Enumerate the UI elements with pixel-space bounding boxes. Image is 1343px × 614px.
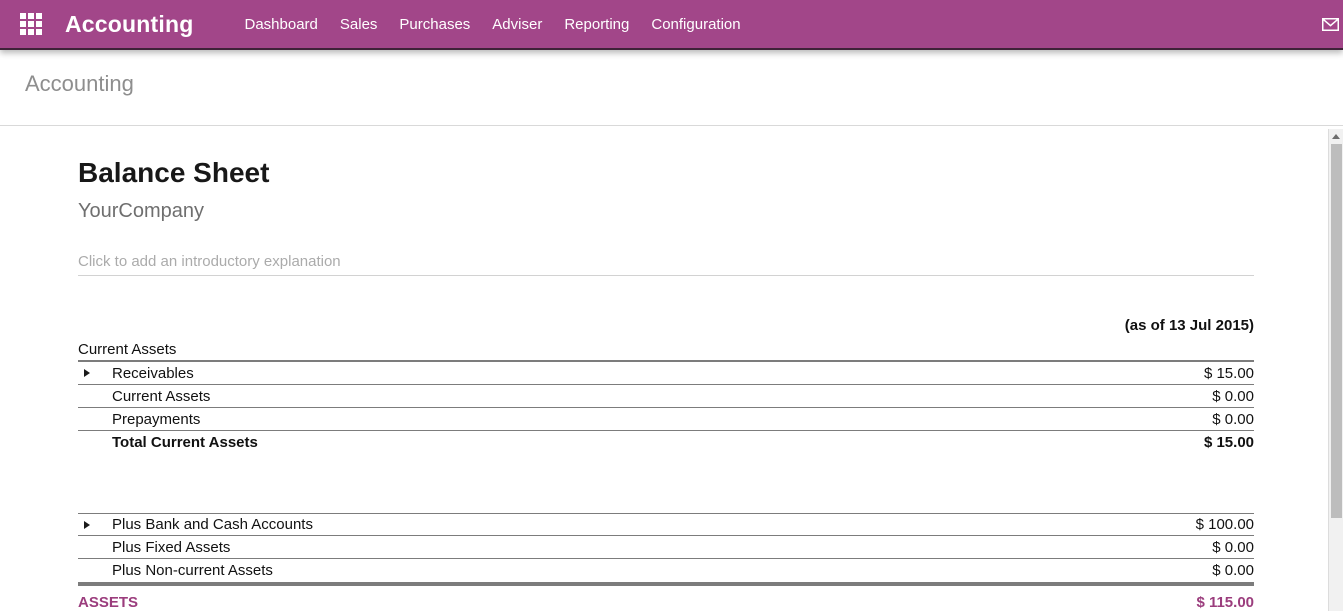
row-label: Receivables <box>78 365 194 382</box>
row-value: $ 0.00 <box>1212 411 1254 428</box>
double-rule <box>78 582 1254 586</box>
messages-envelope-icon[interactable] <box>1322 18 1339 31</box>
row-label: Total Current Assets <box>78 434 258 451</box>
table-row-bank-cash[interactable]: Plus Bank and Cash Accounts $ 100.00 <box>78 513 1254 536</box>
report-title: Balance Sheet <box>78 156 1254 189</box>
section-header-row: Current Assets <box>78 339 1254 362</box>
table-row-current-assets: Current Assets $ 0.00 <box>78 385 1254 408</box>
report-page: Balance Sheet YourCompany Click to add a… <box>0 129 1328 611</box>
row-label: Current Assets <box>78 388 210 405</box>
table-row-total-current-assets: Total Current Assets $ 15.00 <box>78 431 1254 454</box>
expand-caret-icon[interactable] <box>84 369 90 377</box>
row-label: Plus Bank and Cash Accounts <box>78 516 313 533</box>
menu-item-adviser[interactable]: Adviser <box>481 10 553 39</box>
scroll-up-arrow-icon[interactable] <box>1332 134 1340 139</box>
table-row-non-current-assets: Plus Non-current Assets $ 0.00 <box>78 559 1254 582</box>
table-row-fixed-assets: Plus Fixed Assets $ 0.00 <box>78 536 1254 559</box>
section-title: Current Assets <box>78 341 176 358</box>
apps-grid-icon[interactable] <box>20 13 42 35</box>
table-spacer <box>78 454 1254 513</box>
row-value: $ 0.00 <box>1212 539 1254 556</box>
expand-caret-icon[interactable] <box>84 521 90 529</box>
menu-item-purchases[interactable]: Purchases <box>388 10 481 39</box>
menu-item-reporting[interactable]: Reporting <box>553 10 640 39</box>
balance-table: Current Assets Receivables $ 15.00 Curre… <box>78 339 1254 614</box>
grand-total-row: ASSETS $ 115.00 <box>78 590 1254 614</box>
menu-item-dashboard[interactable]: Dashboard <box>234 10 329 39</box>
app-title[interactable]: Accounting <box>65 11 194 38</box>
row-value: $ 15.00 <box>1204 434 1254 451</box>
row-label: Plus Fixed Assets <box>78 539 230 556</box>
table-row-receivables[interactable]: Receivables $ 15.00 <box>78 362 1254 385</box>
grand-total-label: ASSETS <box>78 594 138 611</box>
company-name: YourCompany <box>78 199 1254 223</box>
scrollbar-thumb[interactable] <box>1331 144 1342 518</box>
vertical-scrollbar[interactable] <box>1328 129 1343 611</box>
top-navbar: Accounting Dashboard Sales Purchases Adv… <box>0 0 1343 50</box>
breadcrumb-bar: Accounting <box>0 50 1343 126</box>
row-value: $ 0.00 <box>1212 562 1254 579</box>
row-value: $ 0.00 <box>1212 388 1254 405</box>
row-label: Prepayments <box>78 411 200 428</box>
row-label: Plus Non-current Assets <box>78 562 273 579</box>
main-menu: Dashboard Sales Purchases Adviser Report… <box>234 10 752 39</box>
column-header-date: (as of 13 Jul 2015) <box>78 316 1254 336</box>
row-value: $ 100.00 <box>1196 516 1254 533</box>
grand-total-value: $ 115.00 <box>1196 594 1254 611</box>
menu-item-configuration[interactable]: Configuration <box>640 10 751 39</box>
intro-placeholder[interactable]: Click to add an introductory explanation <box>78 253 1254 276</box>
table-row-prepayments: Prepayments $ 0.00 <box>78 408 1254 431</box>
menu-item-sales[interactable]: Sales <box>329 10 389 39</box>
row-value: $ 15.00 <box>1204 365 1254 382</box>
breadcrumb[interactable]: Accounting <box>25 71 134 96</box>
